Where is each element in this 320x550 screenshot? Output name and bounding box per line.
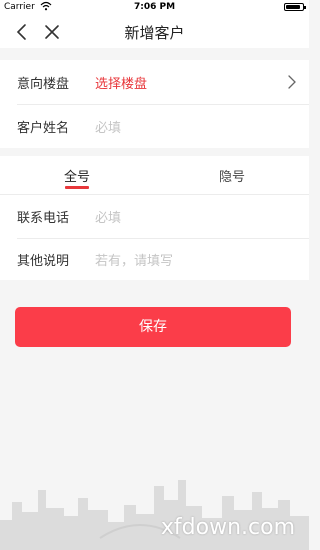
note-input[interactable]: 若有，请填写	[95, 250, 173, 269]
chevron-right-icon	[288, 75, 296, 89]
note-label: 其他说明	[17, 254, 70, 269]
name-row[interactable]: 客户姓名 必填	[0, 104, 309, 148]
customer-info-section: 意向楼盘 选择楼盘 客户姓名 必填	[0, 60, 309, 148]
property-label: 意向楼盘	[17, 77, 70, 92]
battery-level	[286, 5, 300, 9]
nav-bar: 新增客户	[0, 14, 309, 48]
phone-row[interactable]: 联系电话 必填	[0, 194, 309, 238]
status-time: 7:06 PM	[133, 2, 176, 12]
name-input[interactable]: 必填	[95, 117, 121, 136]
save-button[interactable]: 保存	[15, 307, 291, 347]
tab-full-number-label: 全号	[63, 170, 90, 185]
contact-section: 全号 隐号 联系电话 必填 其他说明 若有，请填写	[0, 156, 309, 280]
phone-label: 联系电话	[17, 211, 70, 226]
battery-icon	[284, 3, 306, 11]
property-row[interactable]: 意向楼盘 选择楼盘	[0, 60, 309, 104]
property-select[interactable]: 选择楼盘	[95, 73, 147, 92]
phone-input[interactable]: 必填	[95, 207, 121, 226]
name-label: 客户姓名	[17, 121, 70, 136]
page-title: 新增客户	[124, 24, 185, 42]
tab-full-number[interactable]: 全号	[0, 156, 154, 194]
status-bar: Carrier 7:06 PM	[0, 0, 309, 14]
tab-hidden-number-label: 隐号	[218, 170, 245, 185]
watermark-text: xfdown.com	[160, 515, 295, 540]
phone-mode-tabs: 全号 隐号	[0, 156, 309, 194]
tab-active-indicator	[65, 186, 89, 189]
tab-hidden-number[interactable]: 隐号	[155, 156, 309, 194]
note-row[interactable]: 其他说明 若有，请填写	[0, 237, 309, 281]
